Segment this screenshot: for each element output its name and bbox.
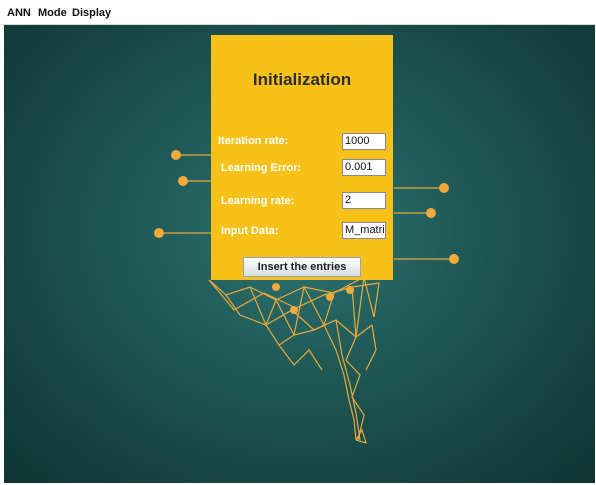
panel-title: Initialization (252, 70, 352, 89)
initialization-panel: Initialization Iteration rate: 1000 Lear… (211, 35, 393, 280)
menu-ann[interactable]: ANN (7, 7, 31, 19)
learning-rate-label: Learning rate: (221, 195, 295, 207)
learning-error-label: Learning Error: (221, 162, 302, 174)
menu-mode[interactable]: Mode (38, 7, 67, 19)
input-data-label: Input Data: (221, 225, 279, 237)
menu-display[interactable]: Display (72, 7, 111, 19)
learning-error-field[interactable]: 0.001 (342, 159, 386, 176)
learning-rate-field[interactable]: 2 (342, 192, 386, 209)
iteration-rate-field[interactable]: 1000 (342, 133, 386, 150)
insert-entries-button[interactable]: Insert the entries (243, 257, 361, 277)
input-data-field[interactable]: M_matrice (342, 222, 386, 239)
iteration-rate-label: Iteration rate: (218, 135, 289, 147)
menu-bar: ANN Mode Display (0, 0, 596, 25)
